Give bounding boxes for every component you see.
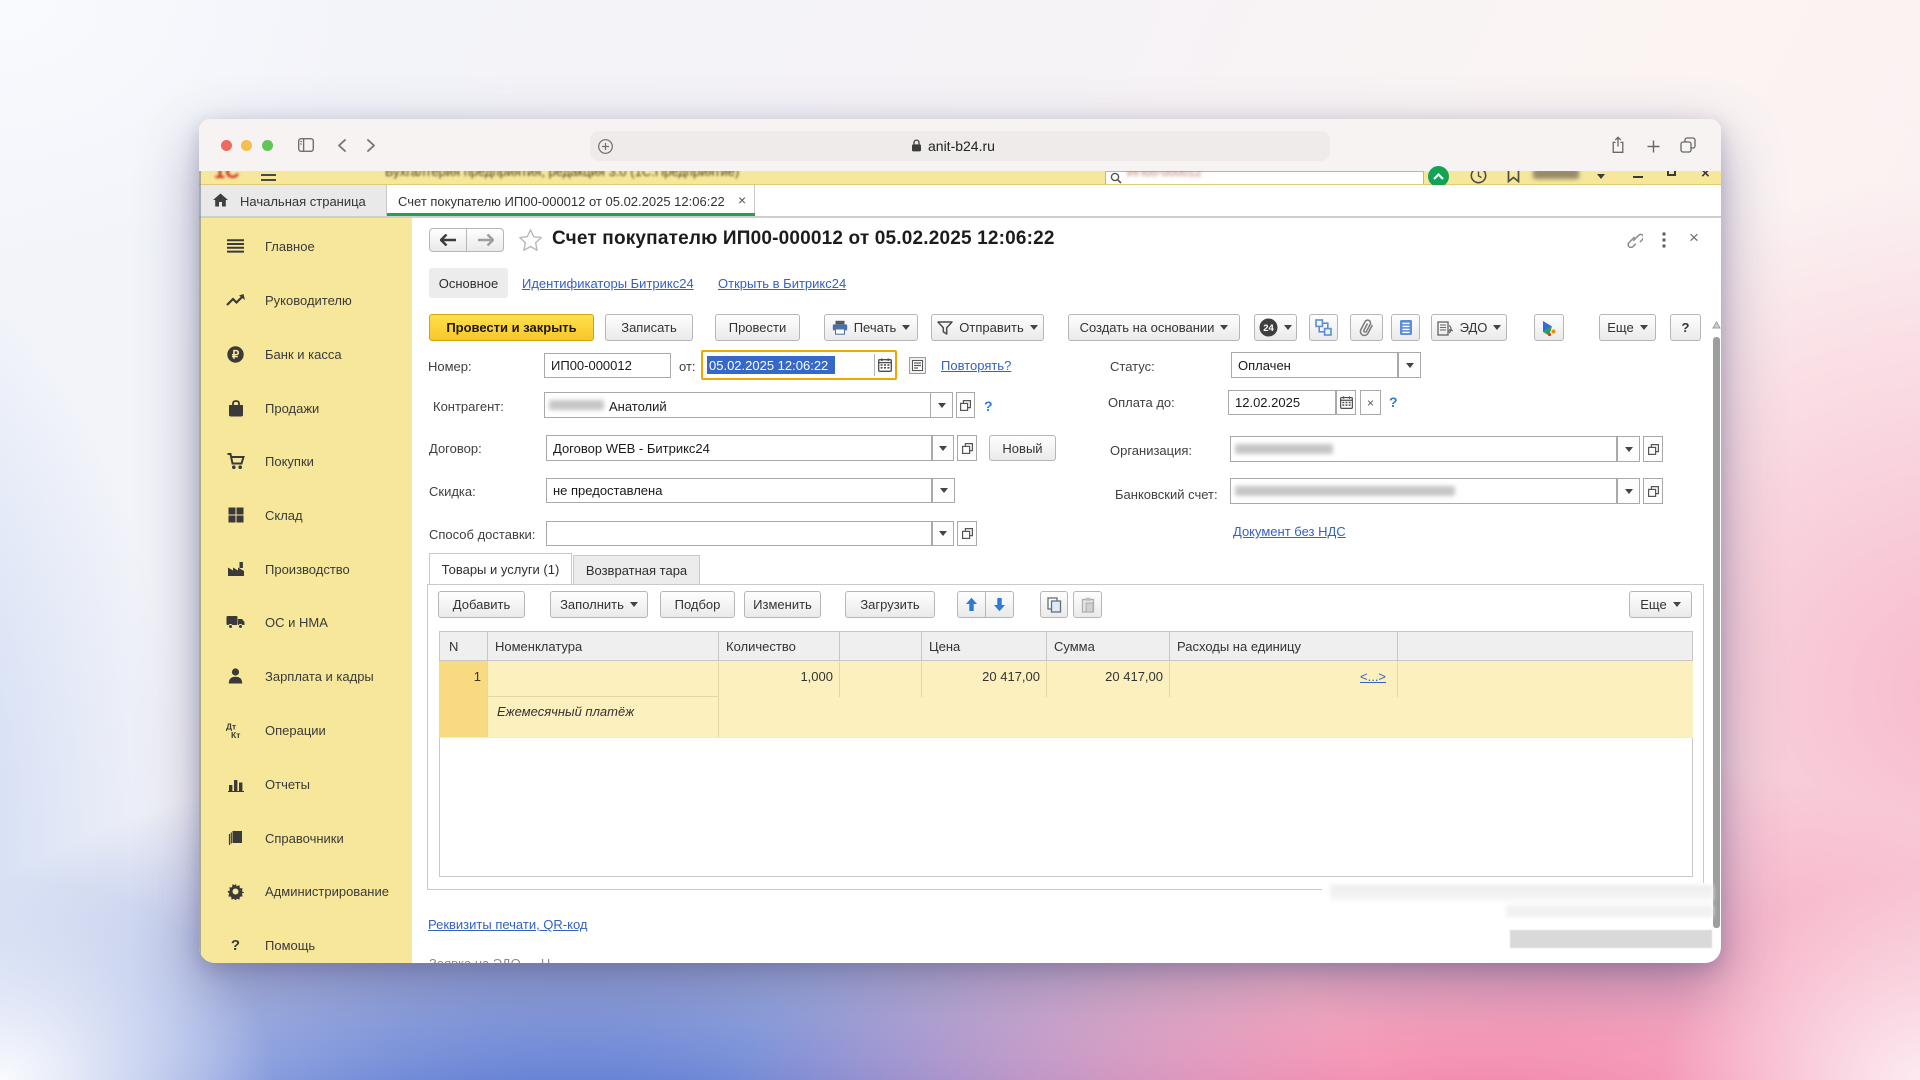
- svg-text:Кт: Кт: [231, 730, 240, 739]
- svg-text:₽: ₽: [232, 349, 240, 361]
- svg-text:24: 24: [1263, 323, 1274, 334]
